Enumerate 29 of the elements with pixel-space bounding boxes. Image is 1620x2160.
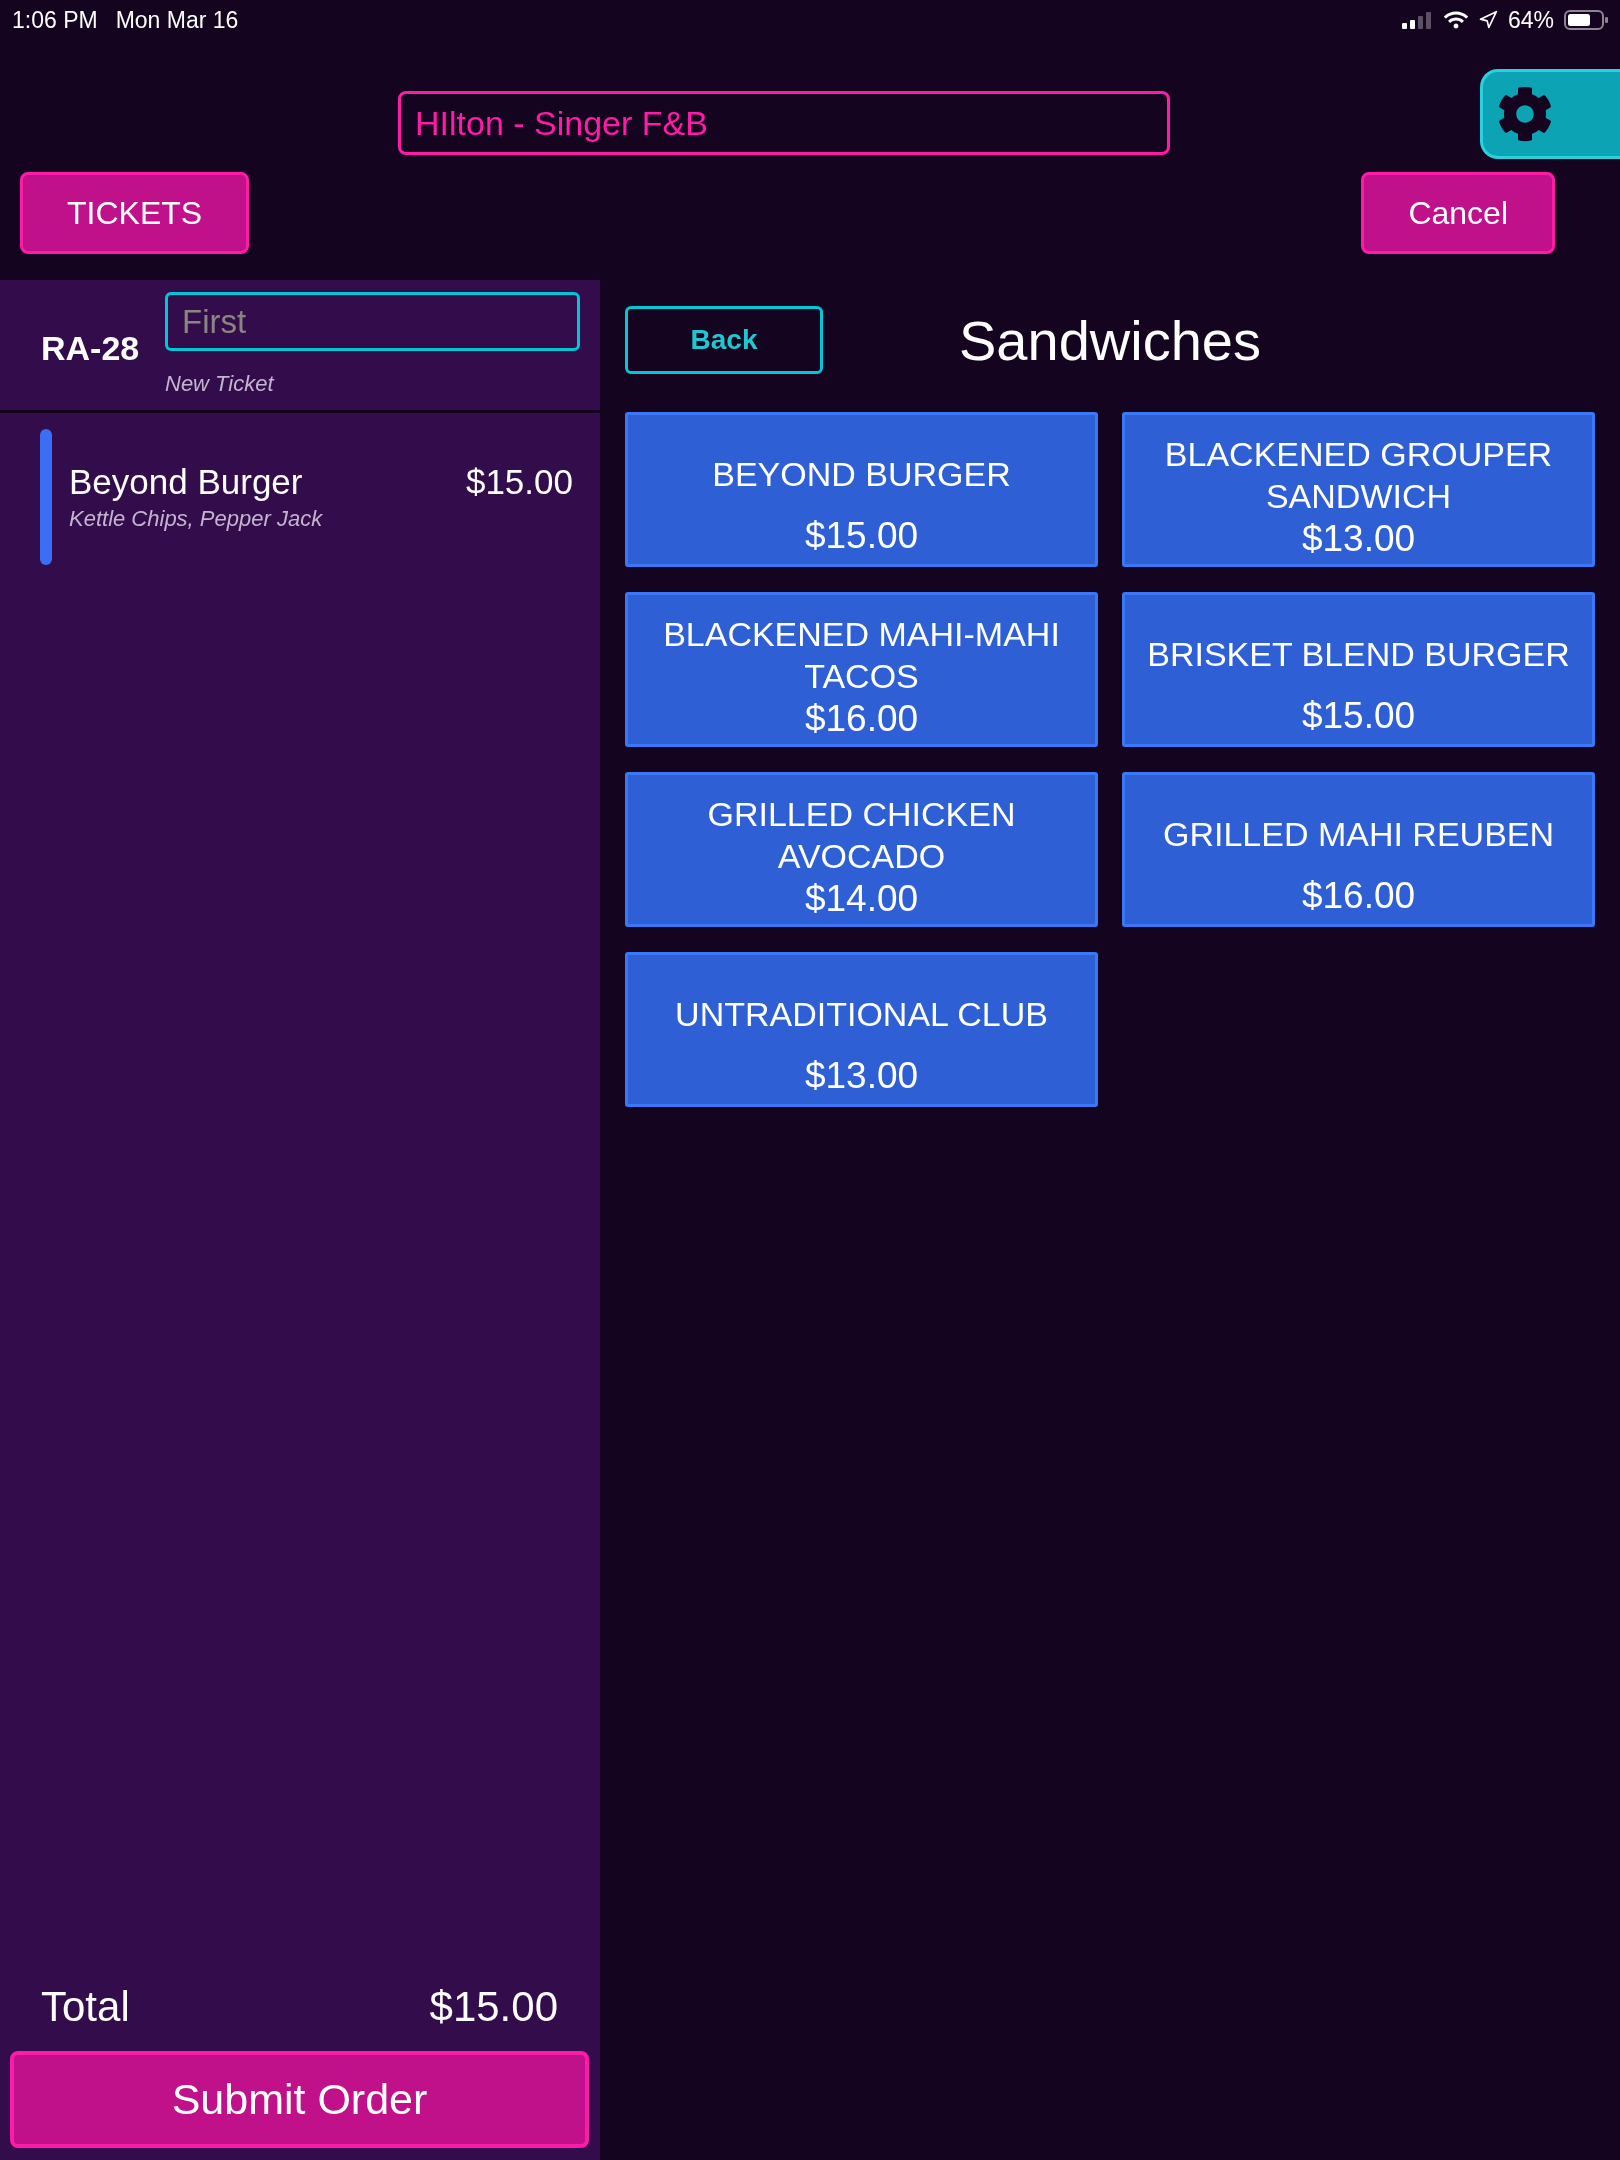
menu-item-button[interactable]: GRILLED MAHI REUBEN $16.00 bbox=[1122, 772, 1595, 927]
tickets-button[interactable]: TICKETS bbox=[20, 172, 250, 254]
menu-item-button[interactable]: BEYOND BURGER $15.00 bbox=[625, 412, 1098, 567]
ticket-status: New Ticket bbox=[165, 370, 274, 398]
menu-item-button[interactable]: GRILLED CHICKEN AVOCADO $14.00 bbox=[625, 772, 1098, 927]
order-item-modifiers: Kettle Chips, Pepper Jack bbox=[69, 506, 323, 532]
location-arrow-icon bbox=[1477, 10, 1498, 30]
total-amount: $15.00 bbox=[429, 1983, 558, 2031]
battery-percent: 64% bbox=[1507, 6, 1554, 34]
battery-icon bbox=[1564, 10, 1608, 30]
submit-order-button[interactable]: Submit Order bbox=[10, 2051, 589, 2148]
settings-button[interactable] bbox=[1480, 69, 1620, 159]
ticket-number: RA-28 bbox=[41, 329, 141, 368]
back-button[interactable]: Back bbox=[625, 306, 823, 374]
settings-icon bbox=[1497, 86, 1553, 142]
status-date: Mon Mar 16 bbox=[115, 6, 239, 34]
menu-item-button[interactable]: BLACKENED GROUPER SANDWICH $13.00 bbox=[1122, 412, 1595, 567]
category-title: Sandwiches bbox=[959, 307, 1261, 373]
cancel-button[interactable]: Cancel bbox=[1361, 172, 1555, 254]
menu-item-button[interactable]: UNTRADITIONAL CLUB $13.00 bbox=[625, 952, 1098, 1107]
signal-icon bbox=[1401, 11, 1434, 29]
total-label: Total bbox=[41, 1983, 130, 2031]
name-input-field[interactable]: First bbox=[165, 292, 580, 351]
order-item-price: $15.00 bbox=[465, 462, 573, 502]
status-time: 1:06 PM bbox=[12, 6, 98, 34]
venue-field[interactable]: HIlton - Singer F&B bbox=[398, 91, 1170, 155]
menu-item-button[interactable]: BLACKENED MAHI-MAHI TACOS $16.00 bbox=[625, 592, 1098, 747]
menu-item-button[interactable]: BRISKET BLEND BURGER $15.00 bbox=[1122, 592, 1595, 747]
order-item-name: Beyond Burger bbox=[69, 462, 303, 502]
